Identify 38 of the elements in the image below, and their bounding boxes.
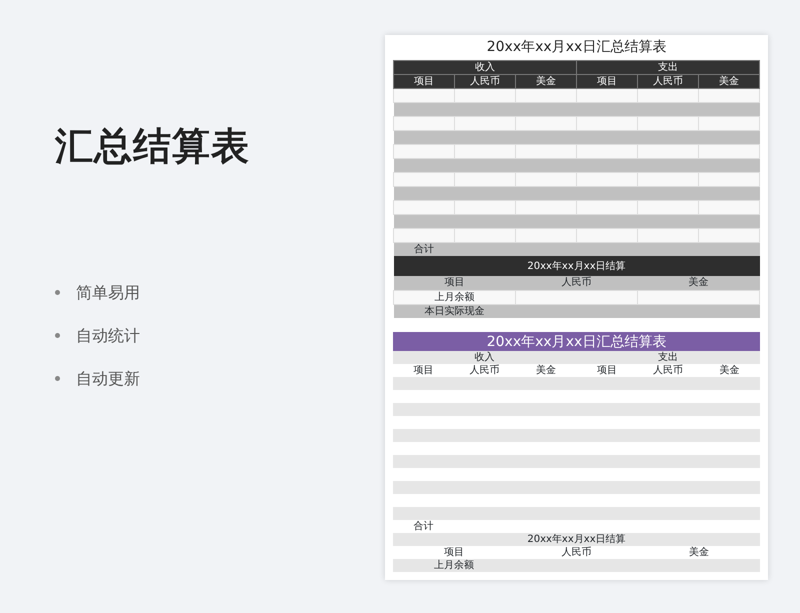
total-label: 合计 xyxy=(393,520,454,533)
column-header: 人民币 xyxy=(638,364,699,377)
column-header: 人民币 xyxy=(454,74,516,88)
column-header: 美金 xyxy=(638,546,760,559)
group-header: 支出 xyxy=(576,60,760,74)
column-header: 项目 xyxy=(394,74,454,88)
bullet-icon xyxy=(55,333,60,338)
column-header: 人民币 xyxy=(638,74,698,88)
column-header: 人民币 xyxy=(516,276,638,290)
summary-title: 20xx年xx月xx日结算 xyxy=(394,256,760,276)
column-header: 项目 xyxy=(576,74,638,88)
sheet-title: 20xx年xx月xx日汇总结算表 xyxy=(394,35,760,60)
feature-item: 简单易用 xyxy=(76,282,140,304)
feature-item: 自动统计 xyxy=(76,324,140,346)
column-header: 项目 xyxy=(576,364,638,377)
sheet-title: 20xx年xx月xx日汇总结算表 xyxy=(393,332,760,351)
row-label: 上月余额 xyxy=(393,559,516,572)
column-header: 人民币 xyxy=(454,364,516,377)
column-header: 美金 xyxy=(638,276,760,290)
summary-title: 20xx年xx月xx日结算 xyxy=(393,533,760,546)
column-header: 项目 xyxy=(394,276,516,290)
column-header: 美金 xyxy=(698,74,760,88)
column-header: 美金 xyxy=(698,364,760,377)
feature-item: 自动更新 xyxy=(76,368,140,390)
row-label: 上月余额 xyxy=(394,290,516,304)
page-heading: 汇总结算表 xyxy=(55,123,251,170)
column-header: 项目 xyxy=(393,364,454,377)
group-header: 收入 xyxy=(394,60,576,74)
column-header: 美金 xyxy=(515,364,576,377)
row-label: 本日实际现金 xyxy=(394,304,516,318)
bullet-icon xyxy=(55,376,60,381)
column-header: 人民币 xyxy=(515,546,638,559)
total-label: 合计 xyxy=(394,242,454,256)
column-header: 美金 xyxy=(516,74,576,88)
bullet-icon xyxy=(55,290,60,295)
group-header: 支出 xyxy=(576,351,760,364)
group-header: 收入 xyxy=(393,351,576,364)
column-header: 项目 xyxy=(393,546,516,559)
